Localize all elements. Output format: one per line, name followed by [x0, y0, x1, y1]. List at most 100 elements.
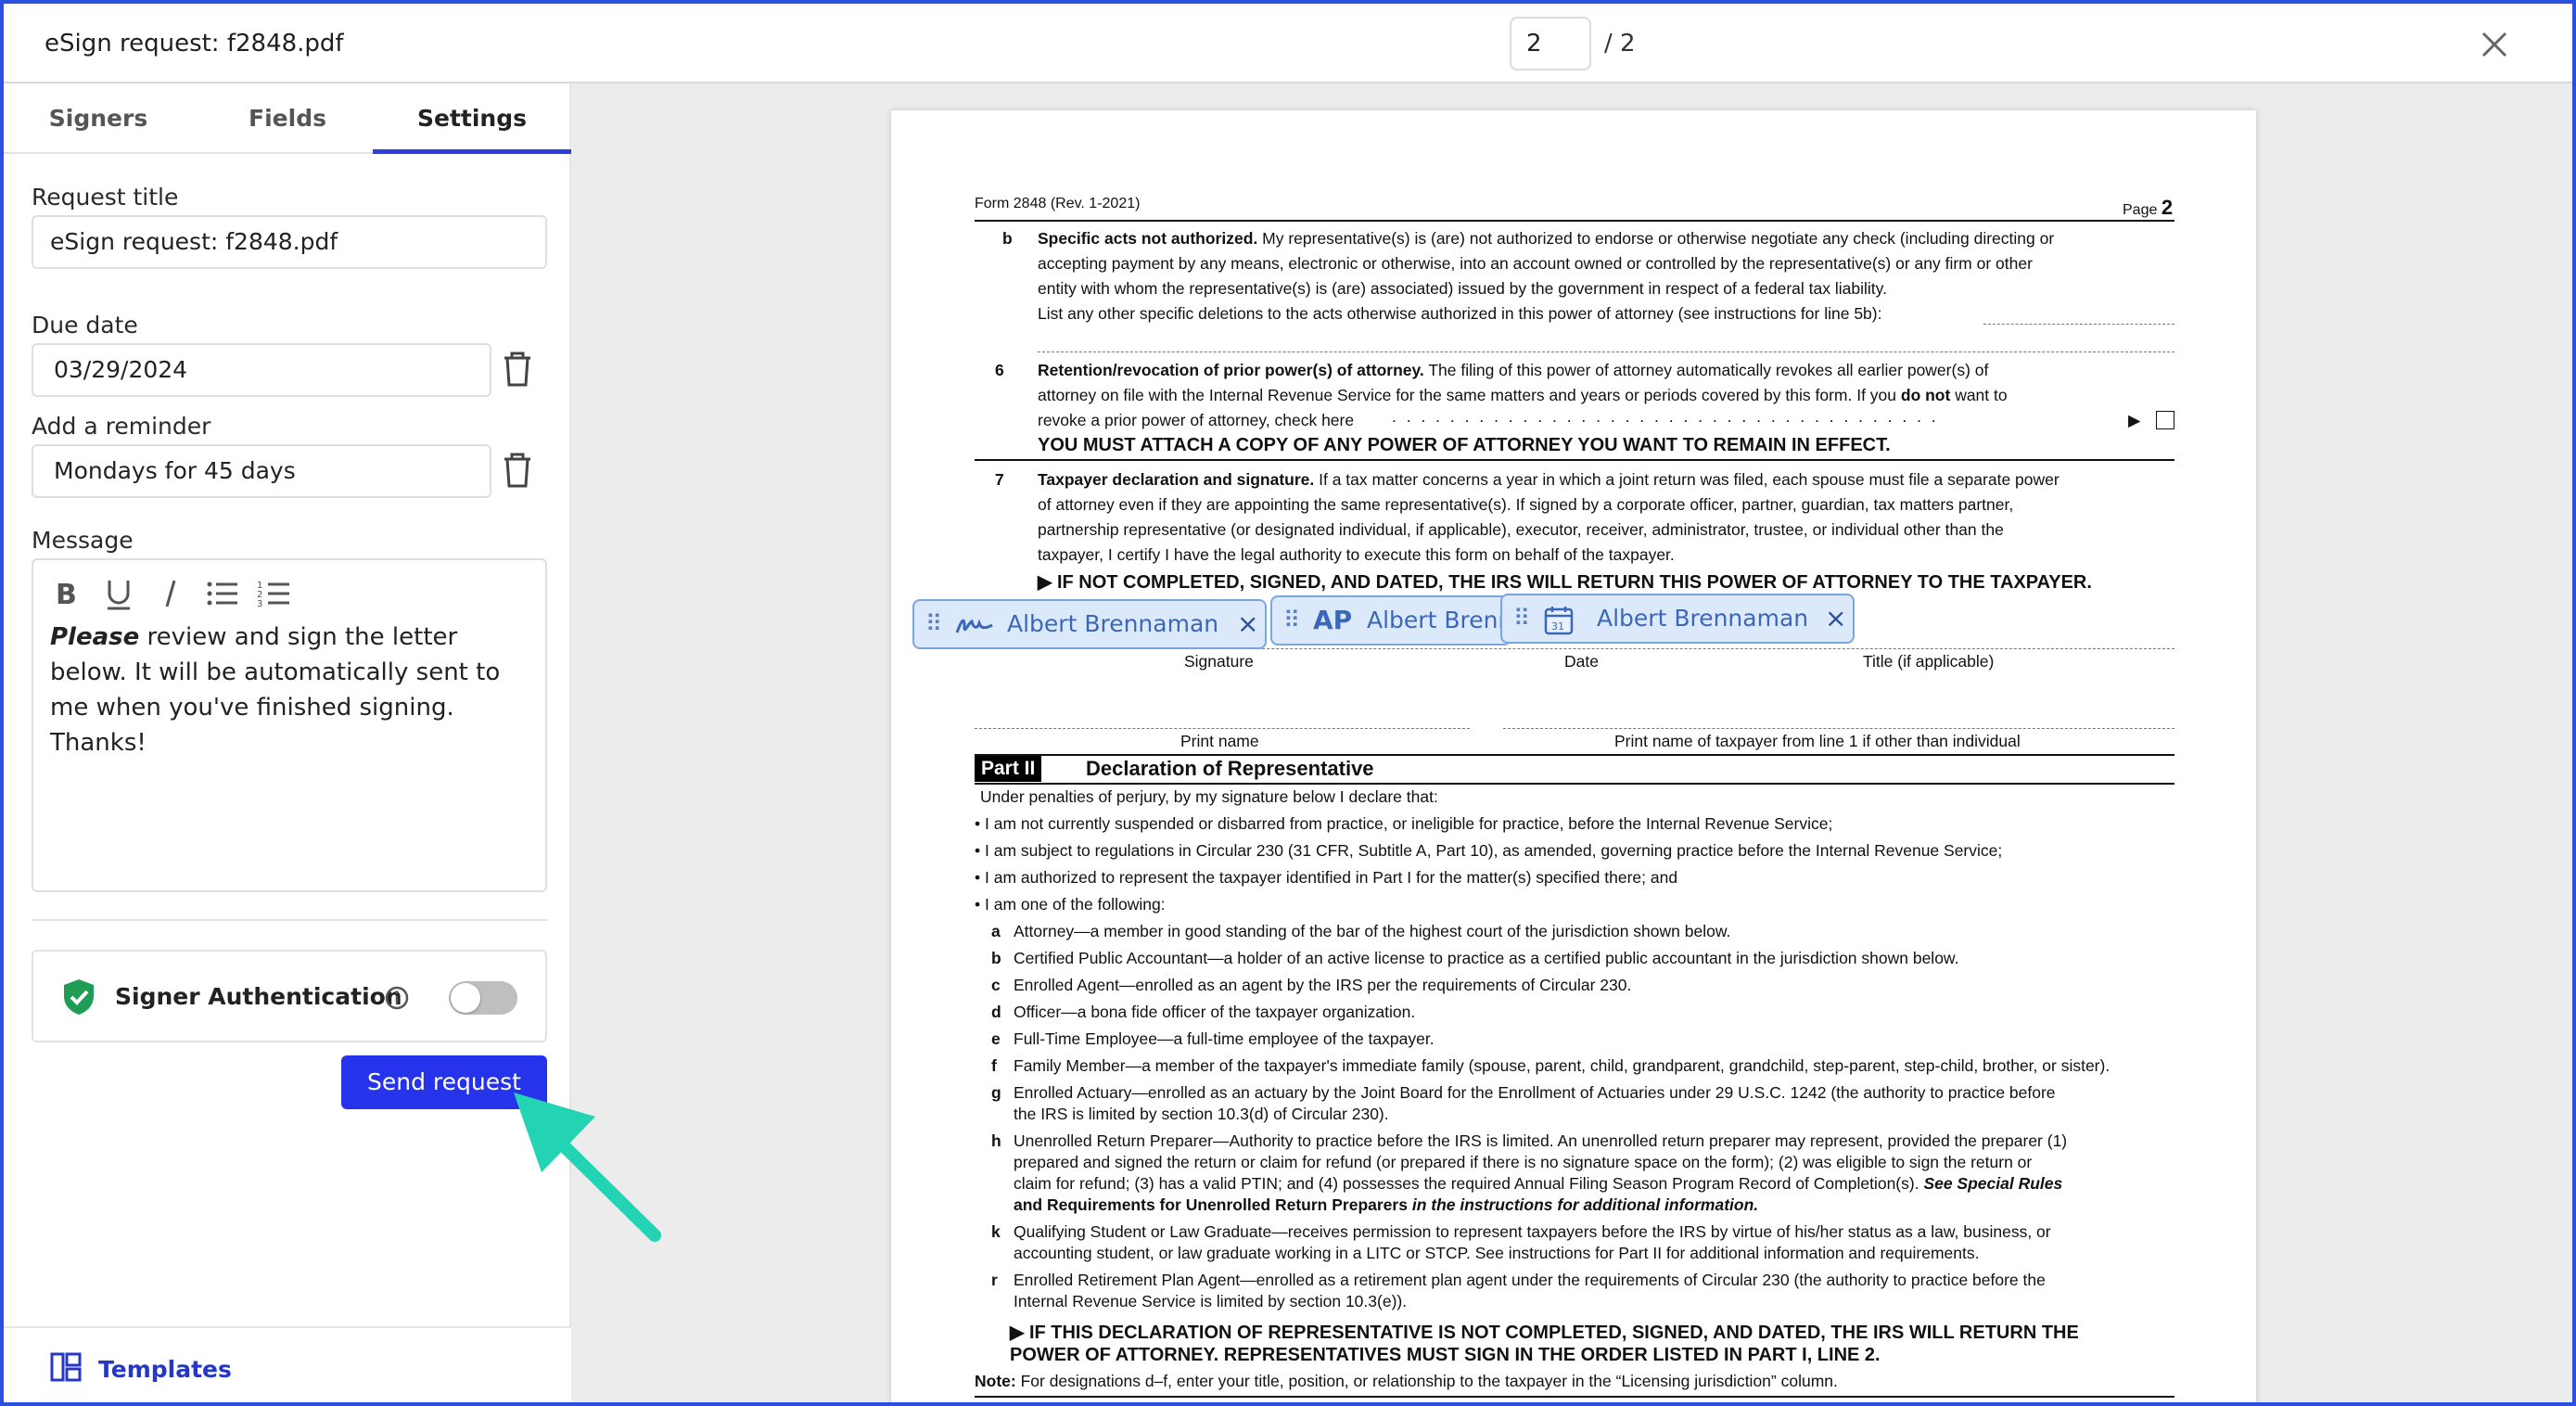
drag-handle-icon[interactable]: ⠿	[1283, 597, 1300, 644]
templates-link[interactable]: Templates	[98, 1356, 232, 1383]
title-caption: Title (if applicable)	[1863, 652, 1995, 671]
due-date-label: Due date	[32, 312, 138, 339]
arrow-marker: ▶	[2128, 411, 2141, 429]
modal-title: eSign request: f2848.pdf	[45, 30, 344, 58]
declaration-bullet: • I am one of the following:	[975, 895, 1166, 914]
chip-signer-name: Albert Brennaman	[1597, 605, 1809, 632]
declaration-bullet: • I am not currently suspended or disbar…	[975, 814, 1833, 833]
clear-reminder-button[interactable]	[499, 450, 536, 491]
tab-fields[interactable]: Fields	[193, 83, 382, 154]
initials-field-chip[interactable]: ⠿ AP Albert Brennaman	[1270, 595, 1511, 645]
underline-button[interactable]	[100, 575, 137, 612]
trash-icon	[504, 453, 530, 488]
text: The filing of this power of attorney aut…	[1423, 361, 1989, 379]
part-2-intro: Under penalties of perjury, by my signat…	[980, 787, 1438, 806]
message-editor[interactable]: B 1 2 3 Please review and sign the lette…	[32, 558, 547, 892]
designation-text: Enrolled Agent—enrolled as an agent by t…	[1014, 976, 1632, 994]
date-field-chip[interactable]: ⠿ 31 Albert Brennaman ×	[1500, 594, 1855, 644]
final-warning: POWER OF ATTORNEY. REPRESENTATIVES MUST …	[1010, 1345, 1881, 1365]
bullet-list-button[interactable]	[204, 575, 241, 612]
tab-settings[interactable]: Settings	[373, 83, 571, 154]
clear-due-date-button[interactable]	[499, 349, 536, 390]
rule	[975, 783, 2174, 785]
text-bold: do not	[1900, 386, 1951, 404]
page-indicator: Page 2	[2123, 196, 2173, 220]
templates-icon	[50, 1352, 82, 1382]
request-title-input[interactable]: eSign request: f2848.pdf	[32, 215, 547, 269]
close-icon	[2481, 32, 2507, 58]
rule	[975, 459, 2174, 461]
item-letter: b	[1002, 229, 1013, 248]
designation-text: Qualifying Student or Law Graduate—recei…	[1014, 1222, 2051, 1241]
section-6-title: Retention/revocation of prior power(s) o…	[1038, 361, 1424, 379]
tab-bar: Signers Fields Settings	[4, 83, 571, 154]
designation-key: r	[991, 1271, 998, 1289]
text-bold-italic: in the instructions for additional infor…	[1407, 1195, 1759, 1214]
rule	[975, 1396, 2174, 1398]
attach-notice: YOU MUST ATTACH A COPY OF ANY POWER OF A…	[1038, 435, 1891, 455]
designation-key: a	[991, 922, 1001, 940]
section-7-warning: ▶ IF NOT COMPLETED, SIGNED, AND DATED, T…	[1038, 572, 2092, 593]
remove-field-icon[interactable]: ×	[1825, 595, 1846, 642]
signature-caption: Signature	[1184, 652, 1254, 671]
form-id: Form 2848 (Rev. 1-2021)	[975, 196, 1141, 211]
message-text[interactable]: Please review and sign the letter below.…	[50, 620, 532, 761]
templates-bar: Templates	[4, 1326, 571, 1402]
page-word: Page	[2123, 202, 2158, 218]
italic-button[interactable]	[152, 575, 189, 612]
section-number: 6	[995, 361, 1004, 379]
designation-key: e	[991, 1029, 1001, 1048]
message-emphasis: Please	[50, 623, 140, 651]
section-7-title: Taxpayer declaration and signature.	[1038, 470, 1315, 489]
info-icon[interactable]	[384, 985, 410, 1011]
drag-handle-icon[interactable]: ⠿	[925, 601, 942, 647]
page-number-input[interactable]: 2	[1510, 17, 1591, 70]
chip-signer-name: Albert Brennaman	[1367, 607, 1510, 633]
print-name-line	[975, 728, 1470, 729]
section-7-line: partnership representative (or designate…	[1038, 520, 2004, 539]
bold-button[interactable]: B	[48, 575, 85, 612]
modal-header: eSign request: f2848.pdf 2 / 2	[4, 4, 2572, 83]
bold-icon: B	[56, 579, 77, 611]
section-b-line: List any other specific deletions to the…	[1038, 304, 1882, 323]
section-6-line: attorney on file with the Internal Reven…	[1038, 386, 2008, 405]
trash-icon	[504, 352, 530, 387]
designation-key: d	[991, 1003, 1001, 1021]
declaration-bullet: • I am subject to regulations in Circula…	[975, 841, 2003, 860]
part-2-title: Declaration of Representative	[1086, 757, 1374, 780]
final-warning: ▶ IF THIS DECLARATION OF REPRESENTATIVE …	[1010, 1323, 2079, 1343]
signer-authentication-label: Signer Authentication	[115, 983, 402, 1010]
designation-key: c	[991, 976, 1001, 994]
due-date-input[interactable]: 03/29/2024	[32, 343, 491, 397]
designation-text: and Requirements for Unenrolled Return P…	[1014, 1195, 1758, 1215]
signer-authentication-toggle[interactable]	[449, 981, 517, 1015]
request-title-label: Request title	[32, 184, 179, 211]
text: If a tax matter concerns a year in which…	[1314, 470, 2060, 489]
close-button[interactable]	[2474, 24, 2515, 65]
bullet-list-icon	[207, 582, 237, 606]
designation-text: Enrolled Retirement Plan Agent—enrolled …	[1014, 1271, 2046, 1289]
tab-signers[interactable]: Signers	[4, 83, 193, 154]
designation-text: Certified Public Accountant—a holder of …	[1014, 949, 1959, 967]
section-divider	[32, 919, 547, 921]
section-7-line: taxpayer, I certify I have the legal aut…	[1038, 545, 1675, 564]
text: My representative(s) is (are) not author…	[1257, 229, 2055, 248]
initials-icon: AP	[1313, 605, 1353, 635]
message-label: Message	[32, 527, 134, 554]
revoke-checkbox[interactable]	[2156, 411, 2174, 429]
signature-field-chip[interactable]: ⠿ Albert Brennaman ×	[912, 599, 1267, 649]
drag-handle-icon[interactable]: ⠿	[1513, 595, 1530, 642]
designation-key: k	[991, 1222, 1001, 1241]
remove-field-icon[interactable]: ×	[1237, 601, 1258, 647]
pdf-page: Form 2848 (Rev. 1-2021) Page 2 b Specifi…	[891, 110, 2256, 1402]
toggle-knob	[451, 983, 480, 1013]
text-bold: and Requirements for Unenrolled Return P…	[1014, 1195, 1408, 1214]
section-number: 7	[995, 470, 1004, 489]
text: attorney on file with the Internal Reven…	[1038, 386, 1901, 404]
reminder-select[interactable]: Mondays for 45 days	[32, 444, 491, 498]
text-bold-italic: See Special Rules	[1923, 1174, 2063, 1193]
numbered-list-button[interactable]: 1 2 3	[256, 575, 293, 612]
rule	[975, 754, 2174, 756]
designation-key: g	[991, 1083, 1001, 1102]
calendar-icon: 31	[1544, 607, 1574, 635]
